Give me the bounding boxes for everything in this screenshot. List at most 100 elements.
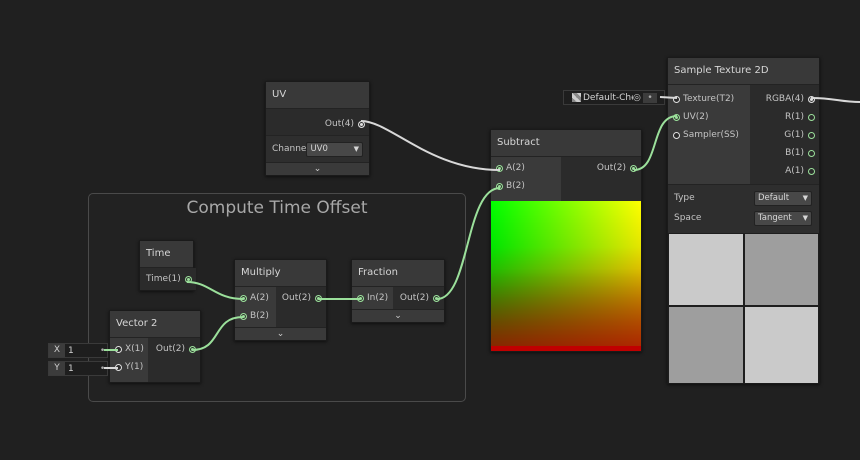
- vector2-node-inputs: X(1) Y(1): [110, 338, 148, 382]
- fraction-node[interactable]: Fraction In(2) Out(2) ⌄: [351, 259, 445, 323]
- vector2-x-field-value[interactable]: 1: [65, 346, 98, 356]
- sample-in-texture-port[interactable]: Texture(T2): [668, 90, 750, 108]
- time-node[interactable]: Time Time(1): [139, 240, 196, 291]
- sample-space-dropdown[interactable]: Tangent ▼: [754, 210, 812, 226]
- field-handle-icon: •: [99, 363, 106, 374]
- time-out-connector[interactable]: [184, 276, 192, 283]
- vector2-y-field[interactable]: Y 1 •: [48, 361, 108, 376]
- multiply-out-connector[interactable]: [315, 295, 322, 302]
- sample-texture-outputs: RGBA(4) R(1) G(1) B(1) A(1): [750, 85, 819, 184]
- sample-out-g-port[interactable]: G(1): [750, 126, 819, 144]
- vector2-in-x-port[interactable]: X(1): [110, 340, 148, 358]
- object-picker-icon[interactable]: ◎: [633, 93, 643, 103]
- vector2-node[interactable]: Vector 2 X(1) Y(1) Out(2): [109, 310, 201, 383]
- multiply-in-a-port[interactable]: A(2): [235, 289, 276, 307]
- field-handle-icon[interactable]: •: [643, 92, 657, 103]
- sample-in-texture-connector[interactable]: [673, 96, 680, 103]
- fraction-in-connector[interactable]: [357, 295, 364, 302]
- texture-field[interactable]: Default-Che ◎ •: [563, 90, 665, 105]
- multiply-node-ports: A(2) B(2) Out(2): [235, 287, 326, 327]
- vector2-in-x-label: X(1): [125, 344, 144, 354]
- fraction-out-label: Out(2): [399, 293, 429, 303]
- fraction-out-connector[interactable]: [433, 295, 440, 302]
- sample-in-uv-connector[interactable]: [673, 114, 680, 121]
- sample-out-a-port[interactable]: A(1): [750, 162, 819, 180]
- sample-out-r-port[interactable]: R(1): [750, 108, 819, 126]
- multiply-out-port[interactable]: Out(2): [276, 289, 326, 307]
- multiply-node[interactable]: Multiply A(2) B(2) Out(2) ⌄: [234, 259, 327, 341]
- sample-type-value: Default: [758, 192, 790, 203]
- sample-out-g-label: G(1): [784, 130, 804, 140]
- sample-out-a-connector[interactable]: [808, 168, 815, 175]
- vector2-in-x-connector[interactable]: [115, 346, 122, 353]
- uv-out-connector[interactable]: [358, 121, 365, 128]
- multiply-in-b-connector[interactable]: [240, 313, 247, 320]
- vector2-out-port[interactable]: Out(2): [148, 340, 200, 358]
- texture-field-value: Default-Che: [583, 92, 633, 103]
- sample-in-uv-label: UV(2): [683, 112, 709, 122]
- multiply-in-b-port[interactable]: B(2): [235, 307, 276, 325]
- uv-out-port[interactable]: Out(4): [266, 115, 369, 133]
- subtract-in-b-label: B(2): [506, 181, 525, 191]
- fraction-node-ports: In(2) Out(2): [352, 287, 444, 309]
- vector2-x-field[interactable]: X 1 •: [48, 343, 108, 358]
- multiply-node-title[interactable]: Multiply: [235, 260, 326, 287]
- subtract-node[interactable]: Subtract A(2) B(2) Out(2): [490, 129, 642, 352]
- dropdown-arrow-icon: ▼: [353, 144, 359, 153]
- sample-texture-preview: [668, 233, 819, 383]
- vector2-out-connector[interactable]: [189, 346, 196, 353]
- vector2-in-y-connector[interactable]: [115, 364, 122, 371]
- subtract-in-b-connector[interactable]: [496, 183, 503, 190]
- sample-out-g-connector[interactable]: [808, 132, 815, 139]
- sample-out-b-connector[interactable]: [808, 150, 815, 157]
- subtract-in-a-port[interactable]: A(2): [491, 159, 561, 177]
- uv-node-title[interactable]: UV: [266, 82, 369, 109]
- uv-channel-dropdown[interactable]: UV0 ▼: [306, 141, 363, 157]
- uv-node-expander[interactable]: ⌄: [266, 162, 369, 175]
- subtract-in-b-port[interactable]: B(2): [491, 177, 561, 195]
- sample-texture-node-title[interactable]: Sample Texture 2D: [668, 58, 819, 85]
- fraction-node-title[interactable]: Fraction: [352, 260, 444, 287]
- fraction-node-expander[interactable]: ⌄: [352, 309, 444, 322]
- fraction-out-port[interactable]: Out(2): [393, 289, 444, 307]
- sample-type-row: Type Default ▼: [668, 188, 819, 208]
- fraction-node-outputs: Out(2): [393, 287, 444, 309]
- sample-out-r-label: R(1): [784, 112, 804, 122]
- vector2-in-y-port[interactable]: Y(1): [110, 358, 148, 376]
- sample-texture-node[interactable]: Sample Texture 2D Texture(T2) UV(2) Samp…: [667, 57, 820, 384]
- subtract-out-connector[interactable]: [630, 165, 637, 172]
- sample-out-r-connector[interactable]: [808, 114, 815, 121]
- sample-type-dropdown[interactable]: Default ▼: [754, 190, 812, 206]
- multiply-in-b-label: B(2): [250, 311, 269, 321]
- uv-node[interactable]: UV Out(4) Channe UV0 ▼ ⌄: [265, 81, 370, 176]
- fraction-in-port[interactable]: In(2): [352, 289, 393, 307]
- chevron-down-icon: ⌄: [313, 164, 322, 174]
- vector2-y-field-label: Y: [49, 362, 65, 375]
- multiply-in-a-connector[interactable]: [240, 295, 247, 302]
- multiply-node-inputs: A(2) B(2): [235, 287, 276, 327]
- uv-channel-row: Channe UV0 ▼: [266, 135, 369, 162]
- uv-channel-value: UV0: [310, 143, 328, 154]
- subtract-node-title[interactable]: Subtract: [491, 130, 641, 157]
- time-out-port[interactable]: Time(1): [140, 270, 196, 288]
- sample-out-rgba-port[interactable]: RGBA(4): [750, 90, 819, 108]
- group-title[interactable]: Compute Time Offset: [89, 198, 465, 218]
- sample-in-sampler-connector[interactable]: [673, 132, 680, 139]
- dropdown-arrow-icon: ▼: [802, 193, 808, 202]
- vector2-x-field-label: X: [49, 344, 65, 357]
- subtract-out-port[interactable]: Out(2): [561, 159, 641, 177]
- sample-in-sampler-port[interactable]: Sampler(SS): [668, 126, 750, 144]
- vector2-y-field-value[interactable]: 1: [65, 364, 98, 374]
- multiply-node-expander[interactable]: ⌄: [235, 327, 326, 340]
- wire-uv-to-subtract: [360, 120, 501, 171]
- subtract-in-a-connector[interactable]: [496, 165, 503, 172]
- dropdown-arrow-icon: ▼: [802, 213, 808, 222]
- sample-out-b-port[interactable]: B(1): [750, 144, 819, 162]
- vector2-node-title[interactable]: Vector 2: [110, 311, 200, 338]
- time-node-title[interactable]: Time: [140, 241, 193, 268]
- sample-in-uv-port[interactable]: UV(2): [668, 108, 750, 126]
- time-node-outputs: Time(1): [140, 268, 196, 290]
- sample-out-rgba-connector[interactable]: [808, 96, 815, 103]
- vector2-in-y-label: Y(1): [125, 362, 144, 372]
- multiply-node-outputs: Out(2): [275, 287, 326, 327]
